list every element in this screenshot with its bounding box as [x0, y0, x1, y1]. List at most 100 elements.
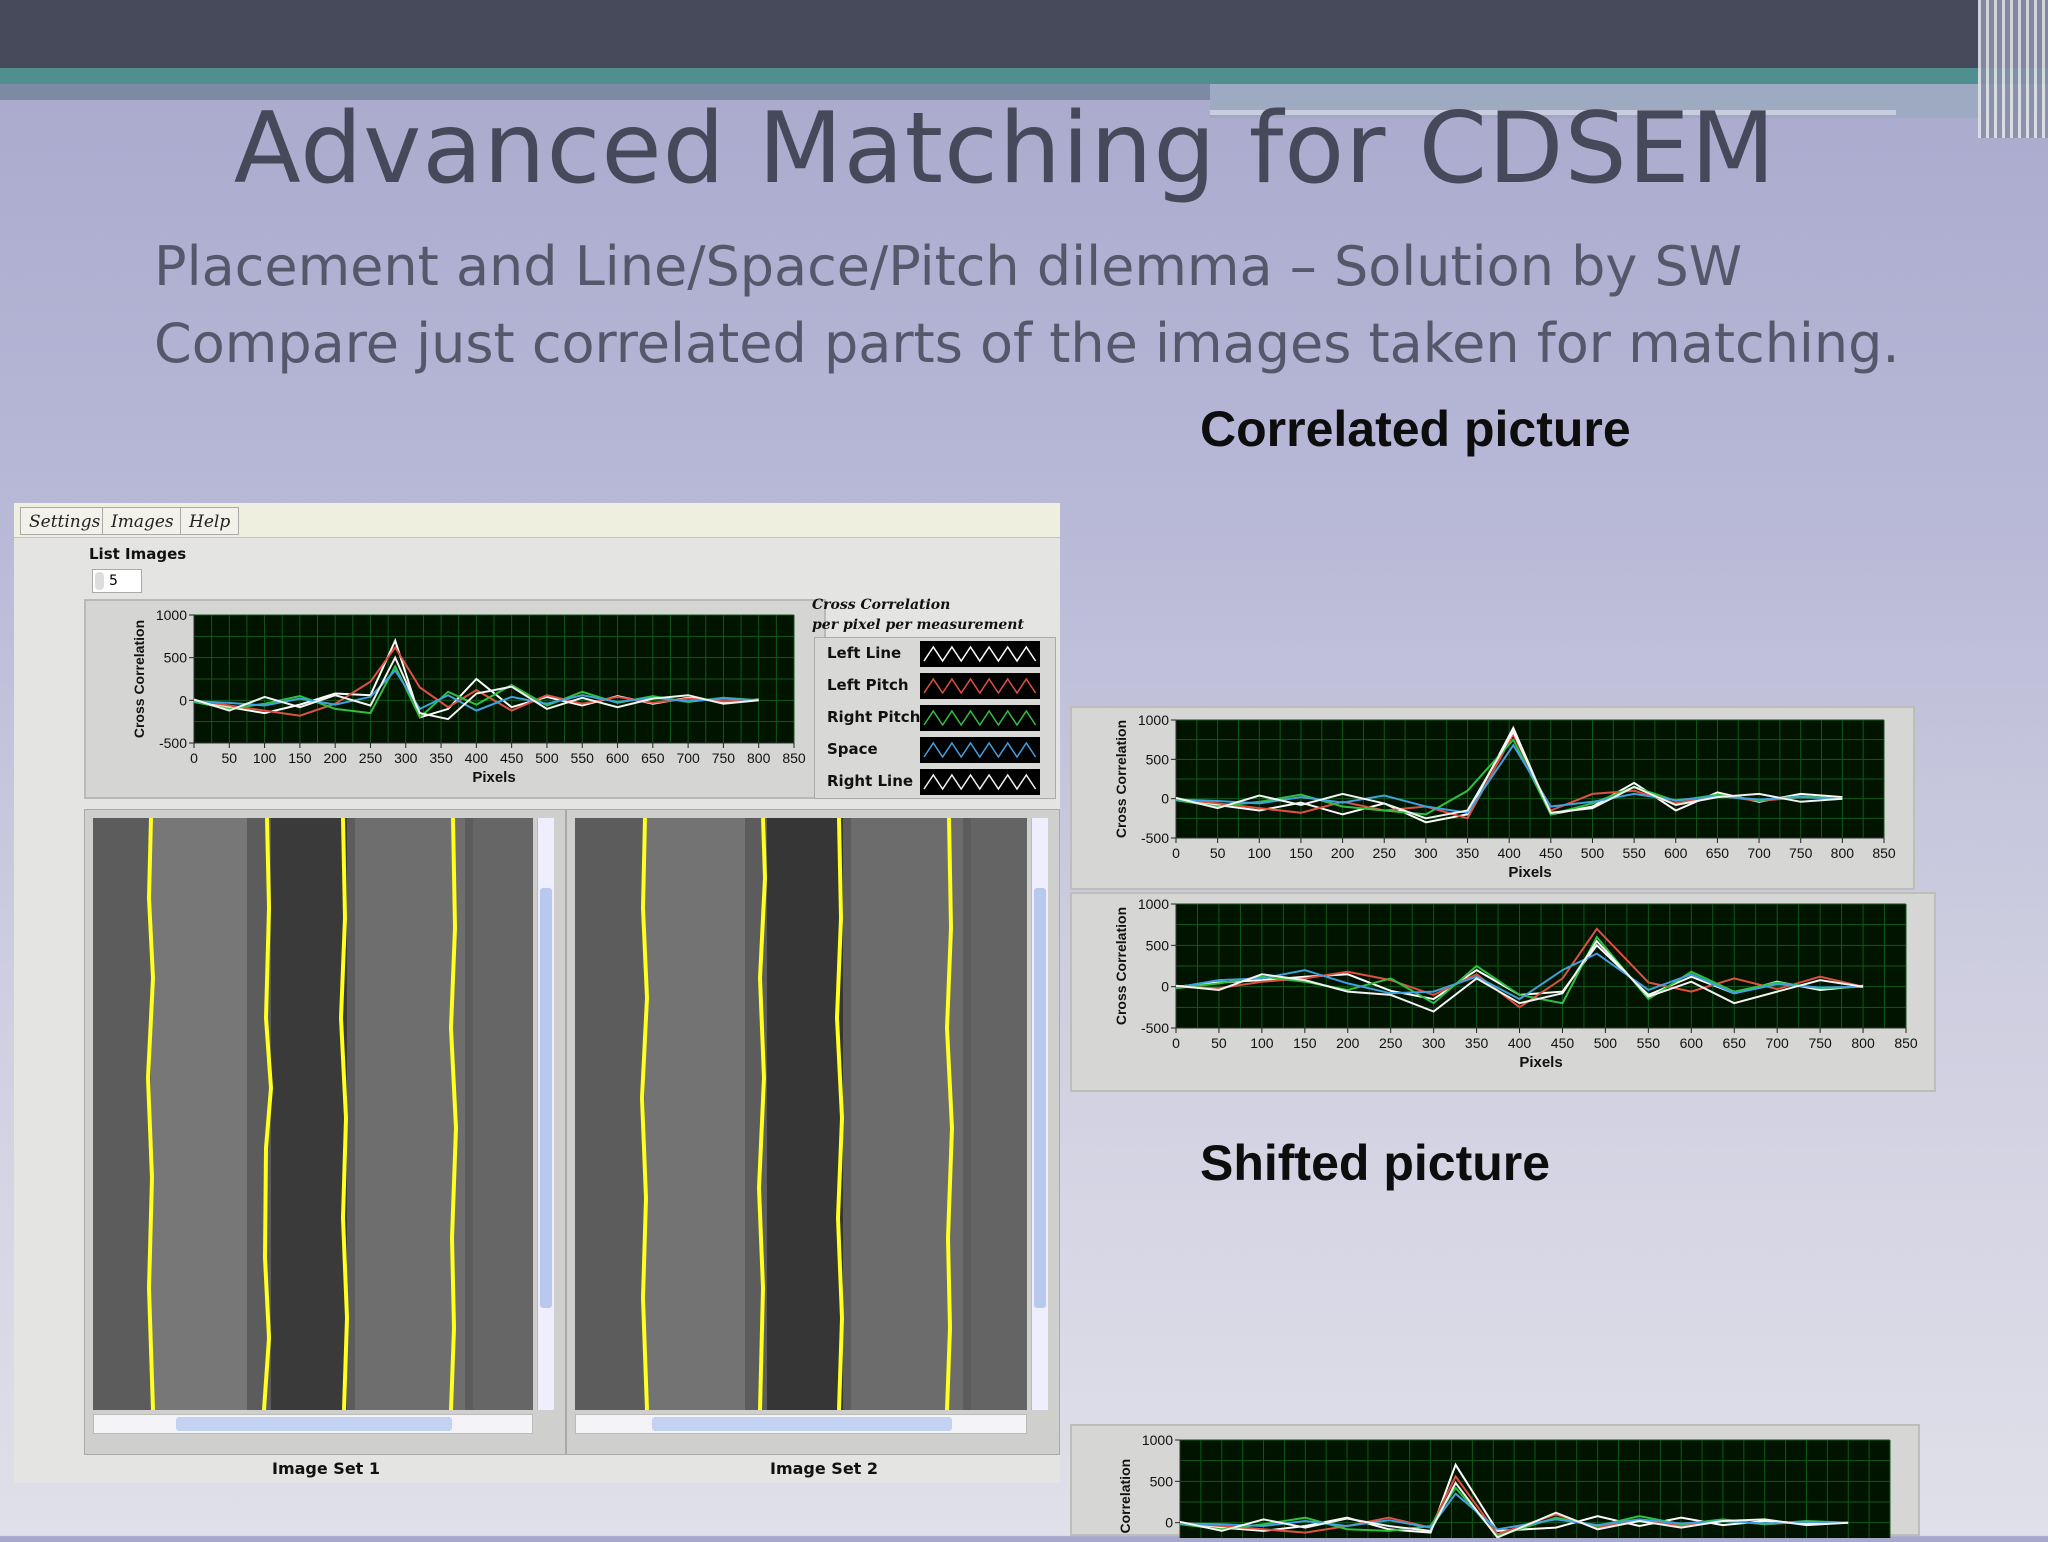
x-axis-label: Pixels — [1508, 864, 1551, 881]
y-tick-label: 1000 — [1138, 712, 1169, 728]
extra-chart-panel: 10005000-500s Correlation — [1070, 1424, 1920, 1542]
menu-help[interactable]: Help — [180, 507, 240, 535]
x-tick-label: 600 — [1664, 845, 1688, 861]
caption-correlated: Correlated picture — [1200, 401, 1631, 457]
legend-zigzag — [923, 645, 1037, 663]
legend-row-left-line[interactable]: Left Line — [815, 638, 1055, 670]
x-tick-label: 300 — [1422, 1035, 1446, 1051]
x-tick-label: 200 — [323, 750, 347, 766]
image-set-1-hscroll[interactable] — [93, 1414, 533, 1434]
legend-zigzag — [923, 709, 1037, 727]
image-set-1-view[interactable] — [93, 818, 533, 1410]
y-tick-label: 500 — [164, 650, 188, 666]
x-tick-label: 0 — [1172, 845, 1180, 861]
sem-image-1 — [93, 818, 533, 1410]
legend-zigzag — [923, 773, 1037, 791]
chart-svg: 0 50 100 150 200 250 300 350 400 450 500 550 600 650 7… — [1113, 712, 1896, 881]
x-tick-label: 350 — [1456, 845, 1480, 861]
x-tick-label: 500 — [535, 750, 559, 766]
legend-row-right-line[interactable]: Right Line — [815, 766, 1055, 798]
legend-title-line-2: per pixel per measurement — [812, 617, 1024, 633]
menu-settings[interactable]: Settings — [20, 507, 110, 535]
x-tick-label: 700 — [676, 750, 700, 766]
plot-legend: Left Line Left Pitch Right Pitch Space R… — [814, 637, 1056, 799]
x-tick-label: 600 — [606, 750, 630, 766]
y-tick-label: 500 — [1150, 1473, 1174, 1489]
x-tick-label: 50 — [1211, 1035, 1227, 1051]
x-tick-label: 750 — [1808, 1035, 1832, 1051]
legend-zigzag — [923, 677, 1037, 695]
image-set-2-hscroll[interactable] — [575, 1414, 1027, 1434]
image-set-2-vscroll[interactable] — [1031, 818, 1048, 1410]
x-tick-label: 500 — [1581, 845, 1605, 861]
legend-row-left-pitch[interactable]: Left Pitch — [815, 670, 1055, 702]
scroll-thumb[interactable] — [652, 1417, 952, 1431]
x-tick-label: 650 — [1706, 845, 1730, 861]
x-tick-label: 150 — [1289, 845, 1313, 861]
menu-images[interactable]: Images — [102, 507, 183, 535]
x-tick-label: 850 — [1872, 845, 1896, 861]
image-set-1-vscroll[interactable] — [537, 818, 554, 1410]
legend-row-right-pitch[interactable]: Right Pitch — [815, 702, 1055, 734]
menu-bar: Settings Images Help — [14, 503, 1060, 538]
legend-row-space[interactable]: Space — [815, 734, 1055, 766]
x-tick-label: 150 — [288, 750, 312, 766]
x-tick-label: 800 — [1831, 845, 1855, 861]
legend-label: Left Line — [827, 644, 902, 662]
list-images-input[interactable]: 5 — [92, 569, 142, 593]
y-tick-label: -500 — [159, 735, 187, 751]
x-axis-label: Pixels — [1519, 1054, 1562, 1071]
x-tick-label: 400 — [1497, 845, 1521, 861]
x-tick-label: 50 — [222, 750, 238, 766]
y-tick-label: 1000 — [1138, 896, 1169, 912]
x-tick-label: 850 — [1894, 1035, 1918, 1051]
image-set-1-label: Image Set 1 — [272, 1459, 381, 1478]
x-tick-label: 450 — [1551, 1035, 1575, 1051]
shifted-chart-panel: 0 50 100 150 200 250 300 350 400 450 500 550 600 650 7… — [1070, 892, 1936, 1092]
y-tick-label: 1000 — [156, 607, 187, 623]
scroll-thumb[interactable] — [176, 1417, 452, 1431]
legend-swatch — [920, 705, 1040, 731]
x-tick-label: 450 — [1539, 845, 1563, 861]
correlated-chart-panel: 0 50 100 150 200 250 300 350 400 450 500 550 600 650 7… — [1070, 706, 1915, 890]
x-tick-label: 200 — [1336, 1035, 1360, 1051]
x-tick-label: 650 — [641, 750, 665, 766]
x-tick-label: 250 — [1379, 1035, 1403, 1051]
x-tick-label: 300 — [1414, 845, 1438, 861]
x-tick-label: 700 — [1747, 845, 1771, 861]
x-tick-label: 300 — [394, 750, 418, 766]
legend-label: Right Line — [827, 772, 914, 790]
x-tick-label: 100 — [1250, 1035, 1274, 1051]
x-tick-label: 100 — [1248, 845, 1272, 861]
image-set-1-panel — [84, 809, 566, 1455]
list-images-stepper[interactable] — [95, 572, 104, 590]
x-tick-label: 600 — [1680, 1035, 1704, 1051]
legend-swatch — [920, 737, 1040, 763]
x-tick-label: 550 — [571, 750, 595, 766]
x-tick-label: 750 — [712, 750, 736, 766]
labview-app-window: Settings Images Help List Images 5 0 50 10… — [14, 503, 1060, 1483]
slide-accent-bar — [0, 68, 2048, 84]
x-tick-label: 250 — [1373, 845, 1397, 861]
legend-swatch — [920, 673, 1040, 699]
y-tick-label: 0 — [1161, 791, 1169, 807]
scroll-thumb[interactable] — [540, 888, 552, 1308]
image-set-2-view[interactable] — [575, 818, 1027, 1410]
slide-subtitle-1: Placement and Line/Space/Pitch dilemma –… — [154, 235, 1743, 298]
image-set-2-label: Image Set 2 — [770, 1459, 879, 1478]
x-tick-label: 0 — [190, 750, 198, 766]
legend-title: Cross Correlation per pixel per measurem… — [812, 595, 1024, 635]
y-tick-label: 0 — [1161, 979, 1169, 995]
legend-zigzag — [923, 741, 1037, 759]
x-tick-label: 500 — [1594, 1035, 1618, 1051]
x-tick-label: 150 — [1293, 1035, 1317, 1051]
slide-title: Advanced Matching for CDSEM — [233, 92, 1777, 206]
slide-subtitle-2: Compare just correlated parts of the ima… — [154, 312, 1900, 375]
x-tick-label: 200 — [1331, 845, 1355, 861]
x-tick-label: 750 — [1789, 845, 1813, 861]
x-tick-label: 850 — [782, 750, 806, 766]
x-tick-label: 400 — [1508, 1035, 1532, 1051]
x-tick-label: 550 — [1622, 845, 1646, 861]
x-tick-label: 50 — [1210, 845, 1226, 861]
scroll-thumb[interactable] — [1034, 888, 1046, 1308]
